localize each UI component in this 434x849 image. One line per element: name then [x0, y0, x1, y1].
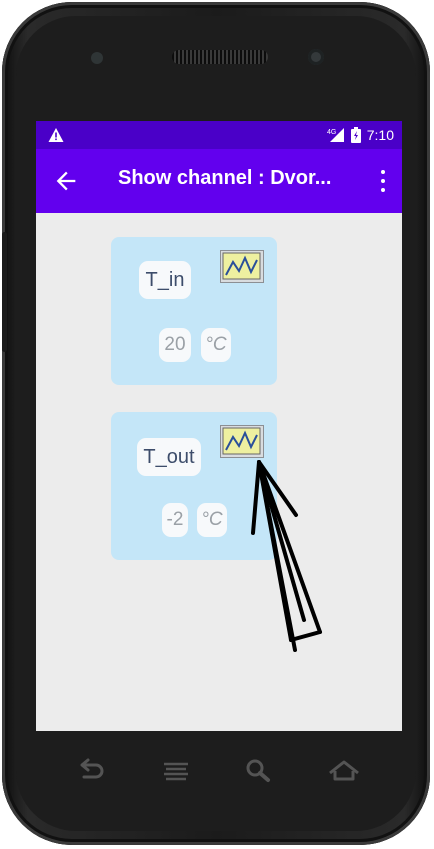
page-title: Show channel : Dvor... [118, 167, 332, 189]
channel-name: T_out [137, 438, 201, 476]
arrow-back-icon[interactable] [52, 167, 80, 195]
signal-icon: 4G [327, 128, 344, 142]
back-nav-icon[interactable] [72, 753, 108, 789]
app-bar: Show channel : Dvor... [36, 149, 402, 213]
battery-icon [350, 127, 361, 143]
channel-name: T_in [139, 261, 191, 299]
channel-value: 20 [159, 328, 191, 362]
channel-unit: °C [201, 328, 231, 362]
status-bar: 4G 7:10 [36, 121, 402, 149]
screen: 4G 7:10 Show channel : Dvor... T_in 20 °… [36, 121, 402, 731]
speaker-grille [172, 50, 268, 64]
search-nav-icon[interactable] [240, 753, 276, 789]
line-chart-icon[interactable] [220, 425, 264, 458]
line-chart-icon[interactable] [220, 250, 264, 283]
volume-button [2, 232, 7, 352]
channel-card-t-in: T_in 20 °C [111, 237, 277, 385]
channel-value: -2 [162, 503, 188, 537]
warning-icon [48, 128, 64, 142]
sensor-dot [91, 52, 103, 64]
channel-card-t-out: T_out -2 °C [111, 412, 277, 560]
channel-unit: °C [197, 503, 227, 537]
home-nav-icon[interactable] [326, 753, 362, 789]
navigation-bar [36, 731, 402, 811]
more-vert-icon[interactable] [378, 167, 388, 195]
front-camera [308, 49, 324, 65]
network-label: 4G [327, 129, 336, 136]
menu-nav-icon[interactable] [158, 753, 194, 789]
clock: 7:10 [366, 127, 394, 143]
